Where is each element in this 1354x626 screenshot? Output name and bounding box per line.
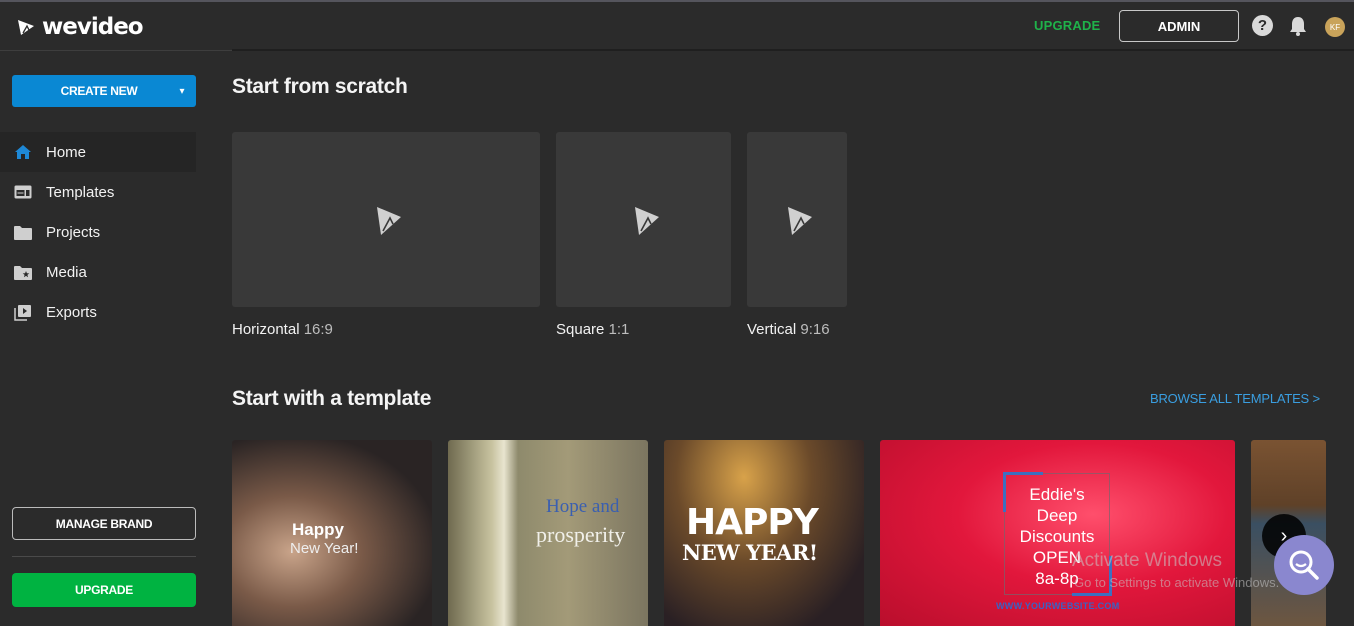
manage-brand-button[interactable]: MANAGE BRAND <box>12 507 196 540</box>
scratch-section-title: Start from scratch <box>232 75 408 98</box>
sidebar-item-label: Home <box>46 143 87 161</box>
wevideo-play-icon <box>634 206 659 235</box>
media-folder-star-icon <box>14 263 32 281</box>
scratch-name: Square <box>556 321 605 338</box>
sidebar-item-label: Exports <box>46 303 97 321</box>
template-text-block: Eddie's Deep Discounts OPEN 8a-8p <box>1004 484 1110 589</box>
scratch-name: Horizontal <box>232 321 300 338</box>
scratch-card-square[interactable] <box>556 132 731 307</box>
home-icon <box>14 143 32 161</box>
template-text-line: Deep <box>1036 506 1078 525</box>
header-upgrade-link[interactable]: UPGRADE <box>1034 18 1100 33</box>
logo-text: wevideo <box>42 14 144 40</box>
template-text-line1: Hope and <box>546 496 620 517</box>
search-help-button[interactable] <box>1274 535 1334 595</box>
sidebar-item-media[interactable]: Media <box>0 252 196 292</box>
scratch-ratio: 1:1 <box>608 321 630 338</box>
create-new-label: CREATE NEW <box>60 84 138 98</box>
template-website-text: WWW.YOURWEBSITE.COM <box>996 601 1120 611</box>
template-card-hope-prosperity[interactable]: Hope and prosperity <box>448 440 648 626</box>
bell-icon[interactable] <box>1288 15 1308 37</box>
help-icon[interactable]: ? <box>1252 15 1273 36</box>
header-divider-left <box>0 50 232 51</box>
scratch-caption-vertical: Vertical 9:16 <box>747 321 830 338</box>
scratch-caption-horizontal: Horizontal 16:9 <box>232 321 333 338</box>
template-text-line2: New Year! <box>290 540 359 557</box>
sidebar-upgrade-button[interactable]: UPGRADE <box>12 573 196 607</box>
sidebar-item-label: Media <box>46 263 87 281</box>
sidebar-divider <box>12 556 196 557</box>
chevron-down-icon[interactable]: ▾ <box>168 86 196 97</box>
template-text-line: Discounts <box>1019 527 1095 546</box>
scratch-card-vertical[interactable] <box>747 132 847 307</box>
scratch-caption-square: Square 1:1 <box>556 321 629 338</box>
admin-button[interactable]: ADMIN <box>1119 10 1239 42</box>
browse-all-templates-link[interactable]: BROWSE ALL TEMPLATES > <box>1150 391 1320 406</box>
scratch-name: Vertical <box>747 321 797 338</box>
templates-icon <box>14 183 32 201</box>
scratch-ratio: 9:16 <box>800 321 830 338</box>
exports-play-icon <box>14 303 32 321</box>
sidebar-item-home[interactable]: Home <box>0 132 196 172</box>
wevideo-logo[interactable]: wevideo <box>16 14 144 40</box>
template-text-line1: Happy <box>292 520 344 539</box>
activate-windows-subtitle: Go to Settings to activate Windows. <box>1074 575 1280 590</box>
avatar[interactable]: KF <box>1325 17 1345 37</box>
template-section-title: Start with a template <box>232 387 432 410</box>
scratch-ratio: 16:9 <box>303 321 333 338</box>
sidebar-item-templates[interactable]: Templates <box>0 172 196 212</box>
sidebar-nav: Home Templates Projects Media Exports <box>0 132 196 332</box>
template-text-line2: NEW YEAR! <box>682 540 818 565</box>
sidebar-item-exports[interactable]: Exports <box>0 292 196 332</box>
template-card-eddies-discounts[interactable]: Eddie's Deep Discounts OPEN 8a-8p WWW.YO… <box>880 440 1235 626</box>
top-header: wevideo UPGRADE ADMIN ? KF <box>0 2 1354 50</box>
template-text-line2: prosperity <box>536 522 626 547</box>
template-text-line1: HAPPY <box>686 502 819 543</box>
scratch-card-horizontal[interactable] <box>232 132 540 307</box>
search-icon <box>1289 550 1319 580</box>
folder-icon <box>14 223 32 241</box>
activate-windows-title: Activate Windows <box>1072 550 1222 571</box>
template-card-happy-new-year-fireworks[interactable]: HAPPY NEW YEAR! <box>664 440 864 626</box>
header-divider <box>232 49 1354 51</box>
wevideo-logo-icon <box>18 20 34 35</box>
template-card-happy-new-year[interactable]: Happy New Year! <box>232 440 432 626</box>
sidebar-item-projects[interactable]: Projects <box>0 212 196 252</box>
wevideo-play-icon <box>788 206 812 235</box>
template-text-line: Eddie's <box>1029 485 1085 504</box>
wevideo-play-icon <box>377 206 401 235</box>
sidebar-item-label: Projects <box>46 223 101 241</box>
create-new-button[interactable]: CREATE NEW ▾ <box>12 75 196 107</box>
sidebar-item-label: Templates <box>46 183 115 201</box>
